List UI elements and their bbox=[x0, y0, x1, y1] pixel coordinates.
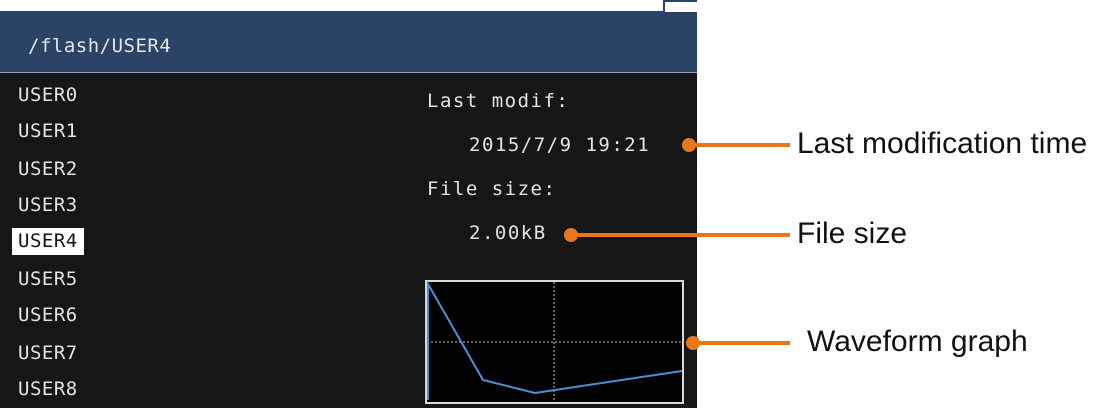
list-item-user3[interactable]: USER3 bbox=[12, 192, 84, 219]
list-item-user4-selected[interactable]: USER4 bbox=[12, 228, 84, 255]
list-item-user0[interactable]: USER0 bbox=[12, 82, 84, 109]
callout-line-last-modification bbox=[690, 143, 790, 147]
list-item-user7[interactable]: USER7 bbox=[12, 340, 84, 367]
list-item-user2[interactable]: USER2 bbox=[12, 156, 84, 183]
last-modif-value: 2015/7/9 19:21 bbox=[469, 134, 651, 156]
file-size-value: 2.00kB bbox=[469, 222, 547, 244]
callout-line-waveform bbox=[694, 341, 790, 345]
callout-file-size: File size bbox=[797, 217, 908, 250]
list-item-user8[interactable]: USER8 bbox=[12, 376, 84, 403]
callout-waveform: Waveform graph bbox=[807, 325, 1028, 358]
waveform-preview bbox=[425, 280, 684, 404]
callout-line-file-size bbox=[572, 233, 790, 237]
file-size-label: File size: bbox=[427, 178, 557, 200]
last-modif-label: Last modif: bbox=[427, 90, 570, 112]
path-bar: /flash/USER4 bbox=[0, 11, 697, 73]
current-path: /flash/USER4 bbox=[28, 35, 172, 57]
list-item-user1[interactable]: USER1 bbox=[12, 118, 84, 145]
list-item-user5[interactable]: USER5 bbox=[12, 266, 84, 293]
callout-last-modification: Last modification time bbox=[797, 127, 1088, 160]
callout-dot-waveform bbox=[686, 336, 700, 350]
callout-dot-file-size bbox=[564, 228, 578, 242]
top-tab-edge bbox=[663, 0, 697, 12]
list-item-user6[interactable]: USER6 bbox=[12, 302, 84, 329]
callout-dot-last-modification bbox=[682, 138, 696, 152]
